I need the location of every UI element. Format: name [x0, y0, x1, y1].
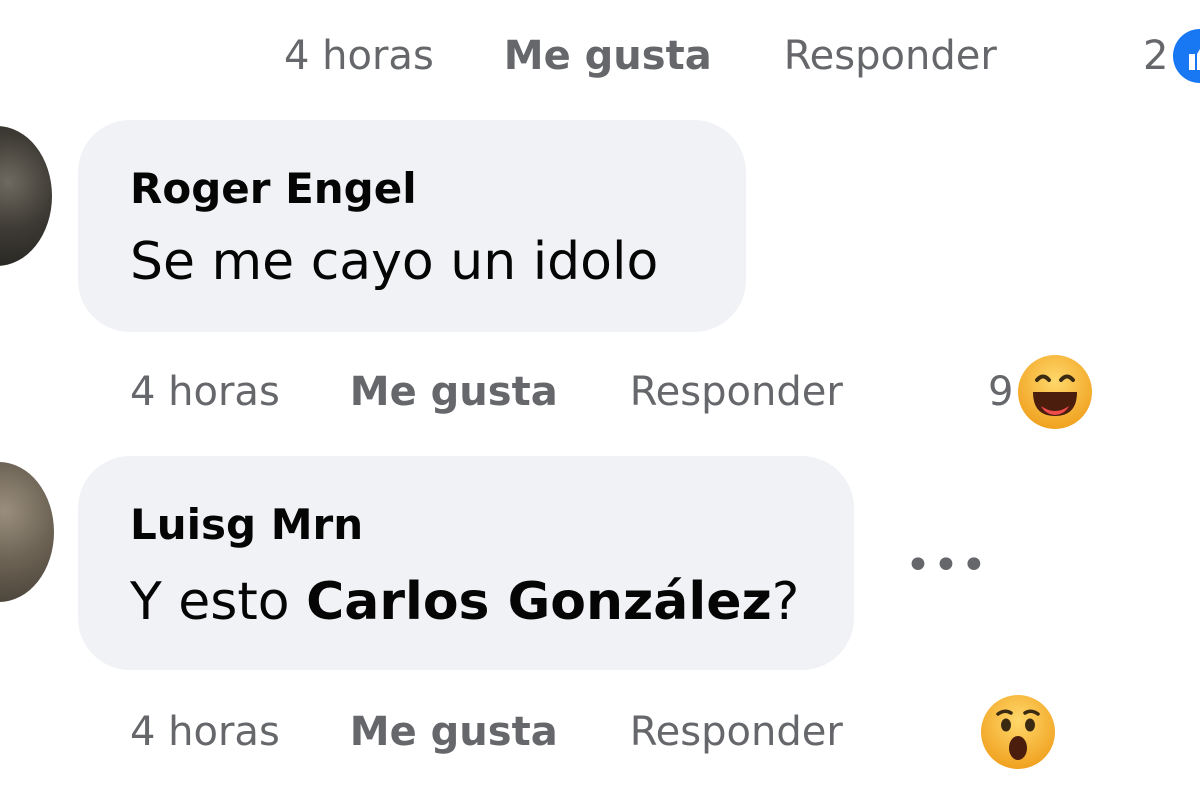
wow-icon — [978, 692, 1058, 772]
comment-text: Y esto Carlos González? — [130, 572, 799, 632]
comment-time[interactable]: 4 horas — [130, 369, 280, 415]
comment-time[interactable]: 4 horas — [284, 33, 434, 79]
comment-actions-top: 4 horas Me gusta Responder — [284, 26, 997, 86]
comment-text: Se me cayo un idolo — [130, 232, 659, 292]
comment-author[interactable]: Luisg Mrn — [130, 500, 363, 549]
avatar[interactable] — [0, 462, 54, 602]
like-button[interactable]: Me gusta — [504, 33, 712, 79]
comment-text-suffix: ? — [771, 572, 800, 632]
reply-button[interactable]: Responder — [630, 709, 843, 755]
more-options-icon[interactable]: ••• — [905, 540, 989, 591]
reaction-summary-top[interactable]: 2 — [1143, 26, 1200, 86]
comment-actions: 4 horas Me gusta Responder — [130, 702, 843, 762]
comment-text-prefix: Y esto — [130, 572, 307, 632]
reply-button[interactable]: Responder — [630, 369, 843, 415]
reaction-summary[interactable] — [978, 688, 1058, 776]
like-button[interactable]: Me gusta — [350, 709, 558, 755]
reply-button[interactable]: Responder — [784, 33, 997, 79]
comment-time[interactable]: 4 horas — [130, 709, 280, 755]
avatar[interactable] — [0, 126, 52, 266]
comment-author[interactable]: Roger Engel — [130, 164, 417, 213]
reaction-count: 9 — [988, 369, 1014, 415]
comment-thread: 4 horas Me gusta Responder 2 Roger Engel… — [0, 0, 1200, 800]
reaction-summary[interactable]: 9 — [988, 348, 1095, 436]
comment-actions: 4 horas Me gusta Responder — [130, 362, 843, 422]
like-button[interactable]: Me gusta — [350, 369, 558, 415]
comment-bubble: Luisg Mrn Y esto Carlos González? — [78, 456, 854, 670]
reaction-count: 2 — [1143, 33, 1169, 79]
comment-bubble: Roger Engel Se me cayo un idolo — [78, 120, 746, 332]
mention-link[interactable]: Carlos González — [306, 572, 772, 632]
like-icon — [1172, 28, 1200, 84]
haha-icon — [1015, 352, 1095, 432]
